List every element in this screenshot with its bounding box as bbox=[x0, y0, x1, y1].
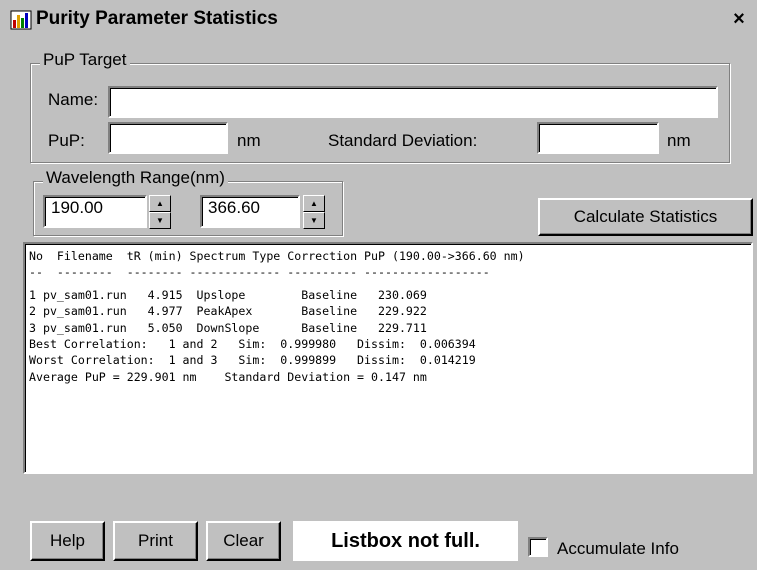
listbox-status-text: Listbox not full. bbox=[293, 521, 518, 561]
spin-up-icon[interactable]: ▲ bbox=[303, 195, 325, 212]
spin-up-icon[interactable]: ▲ bbox=[149, 195, 171, 212]
purity-parameter-statistics-window: Purity Parameter Statistics × PuP Target… bbox=[0, 0, 757, 570]
pup-label: PuP: bbox=[48, 131, 85, 150]
listbox-line: Average PuP = 229.901 nm Standard Deviat… bbox=[29, 369, 427, 384]
wavelength-start-input[interactable]: 190.00 bbox=[43, 195, 147, 228]
window-title: Purity Parameter Statistics bbox=[36, 8, 278, 29]
listbox-line: 2 pv_sam01.run 4.977 PeakApex Baseline 2… bbox=[29, 304, 427, 319]
listbox-line: 1 pv_sam01.run 4.915 Upslope Baseline 23… bbox=[29, 287, 427, 302]
help-button[interactable]: Help bbox=[30, 521, 105, 561]
accumulate-info-label: Accumulate Info bbox=[557, 539, 679, 558]
wavelength-start-spinner[interactable]: ▲ ▼ bbox=[149, 195, 171, 229]
spin-down-icon[interactable]: ▼ bbox=[303, 212, 325, 229]
standard-deviation-input[interactable] bbox=[537, 122, 659, 154]
standard-deviation-unit-label: nm bbox=[667, 131, 691, 150]
name-label: Name: bbox=[48, 90, 99, 109]
spin-down-icon[interactable]: ▼ bbox=[149, 212, 171, 229]
results-listbox[interactable]: No Filename tR (min) Spectrum Type Corre… bbox=[23, 242, 753, 474]
listbox-line: Worst Correlation: 1 and 3 Sim: 0.999899… bbox=[29, 353, 476, 368]
listbox-line: 3 pv_sam01.run 5.050 DownSlope Baseline … bbox=[29, 320, 427, 335]
wavelength-end-input[interactable]: 366.60 bbox=[200, 195, 300, 228]
listbox-line: No Filename tR (min) Spectrum Type Corre… bbox=[29, 249, 525, 263]
pup-unit-label: nm bbox=[237, 131, 261, 150]
calculate-statistics-button[interactable]: Calculate Statistics bbox=[538, 198, 753, 236]
accumulate-info-checkbox[interactable] bbox=[528, 537, 548, 557]
listbox-line: Best Correlation: 1 and 2 Sim: 0.999980 … bbox=[29, 337, 476, 352]
pup-target-group-label: PuP Target bbox=[40, 50, 130, 70]
standard-deviation-label: Standard Deviation: bbox=[328, 131, 478, 150]
app-chart-icon bbox=[10, 10, 32, 30]
close-icon[interactable]: × bbox=[729, 9, 749, 30]
print-button[interactable]: Print bbox=[113, 521, 198, 561]
clear-button[interactable]: Clear bbox=[206, 521, 281, 561]
wavelength-range-group-label: Wavelength Range(nm) bbox=[43, 168, 228, 188]
pup-input[interactable] bbox=[108, 122, 228, 154]
wavelength-end-spinner[interactable]: ▲ ▼ bbox=[303, 195, 325, 229]
listbox-line: -- -------- -------- ------------- -----… bbox=[29, 265, 490, 280]
name-input[interactable] bbox=[108, 86, 718, 118]
title-bar: Purity Parameter Statistics × bbox=[0, 0, 757, 38]
